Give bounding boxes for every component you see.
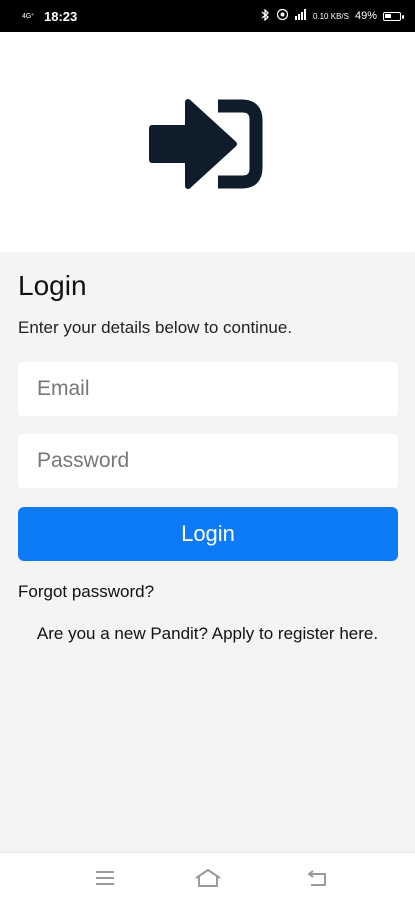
login-button[interactable]: Login [18, 507, 398, 561]
hero-banner [0, 32, 415, 252]
status-time: 18:23 [44, 8, 78, 24]
battery-icon [383, 11, 404, 21]
system-nav-bar [0, 852, 415, 900]
hotspot-icon [276, 8, 289, 24]
password-field[interactable] [18, 434, 398, 488]
status-bar: 4G⁺ 18:23 0.10 KB/S 49% [0, 0, 415, 32]
page-title: Login [18, 270, 87, 301]
login-enter-icon [149, 99, 263, 189]
status-right: 0.10 KB/S 49% [261, 7, 404, 24]
back-icon[interactable] [297, 863, 337, 893]
home-icon[interactable] [188, 863, 228, 893]
register-link[interactable]: Are you a new Pandit? Apply to register … [30, 620, 385, 648]
menu-icon[interactable] [85, 863, 125, 893]
signal-icon [294, 9, 307, 23]
battery-percent: 49% [354, 10, 377, 22]
battery-fill [385, 13, 392, 18]
bluetooth-icon [261, 7, 270, 24]
network-indicator: 4G⁺ [22, 12, 35, 20]
page-subtitle: Enter your details below to continue. [18, 318, 293, 337]
status-left: 4G⁺ 18:23 [22, 9, 77, 24]
network-speed: 0.10 KB/S [312, 11, 349, 21]
email-field[interactable] [18, 362, 398, 416]
forgot-password-link[interactable]: Forgot password? [18, 582, 154, 602]
